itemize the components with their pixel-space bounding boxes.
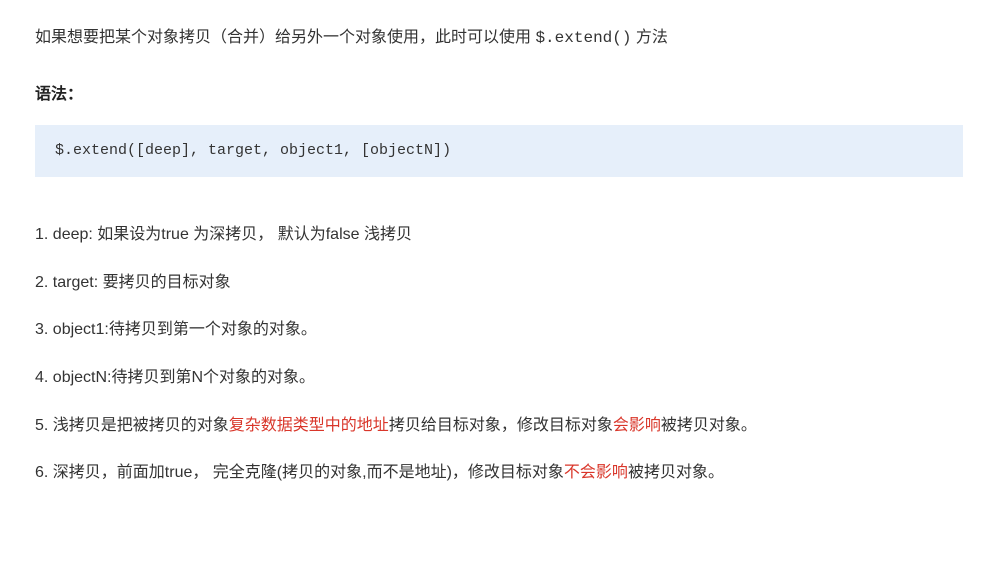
list-item: 6. 深拷贝，前面加true， 完全克隆(拷贝的对象,而不是地址)，修改目标对象… <box>35 460 963 486</box>
intro-paragraph: 如果想要把某个对象拷贝（合并）给另外一个对象使用，此时可以使用 $.extend… <box>35 25 963 52</box>
intro-suffix: 方法 <box>631 29 667 46</box>
list-item: 2. target: 要拷贝的目标对象 <box>35 270 963 296</box>
list-item-text: 被拷贝对象。 <box>661 417 757 434</box>
list-item: 4. objectN:待拷贝到第N个对象的对象。 <box>35 365 963 391</box>
list-item-number: 1. <box>35 226 48 243</box>
list-item-text: objectN:待拷贝到第N个对象的对象。 <box>48 369 315 386</box>
intro-code: $.extend() <box>535 29 631 47</box>
list-item-number: 3. <box>35 321 48 338</box>
list-item-number: 6. <box>35 464 48 481</box>
list-item-text: 浅拷贝是把被拷贝的对象 <box>48 417 228 434</box>
highlight-text: 复杂数据类型中的地址 <box>229 417 389 434</box>
list-item: 3. object1:待拷贝到第一个对象的对象。 <box>35 317 963 343</box>
parameter-list: 1. deep: 如果设为true 为深拷贝， 默认为false 浅拷贝 2. t… <box>35 222 963 486</box>
list-item-text: 被拷贝对象。 <box>628 464 724 481</box>
list-item-text: 深拷贝，前面加true， 完全克隆(拷贝的对象,而不是地址)，修改目标对象 <box>48 464 564 481</box>
code-block: $.extend([deep], target, object1, [objec… <box>35 125 963 177</box>
list-item-text: target: 要拷贝的目标对象 <box>48 274 230 291</box>
list-item: 5. 浅拷贝是把被拷贝的对象复杂数据类型中的地址拷贝给目标对象，修改目标对象会影… <box>35 413 963 439</box>
syntax-heading: 语法： <box>35 82 963 108</box>
list-item-text: 拷贝给目标对象，修改目标对象 <box>389 417 613 434</box>
list-item-number: 2. <box>35 274 48 291</box>
list-item-number: 5. <box>35 417 48 434</box>
highlight-text: 不会影响 <box>564 464 628 481</box>
list-item-text: object1:待拷贝到第一个对象的对象。 <box>48 321 317 338</box>
list-item-number: 4. <box>35 369 48 386</box>
list-item-text: deep: 如果设为true 为深拷贝， 默认为false 浅拷贝 <box>48 226 412 243</box>
list-item: 1. deep: 如果设为true 为深拷贝， 默认为false 浅拷贝 <box>35 222 963 248</box>
highlight-text: 会影响 <box>613 417 661 434</box>
intro-prefix: 如果想要把某个对象拷贝（合并）给另外一个对象使用，此时可以使用 <box>35 29 535 46</box>
